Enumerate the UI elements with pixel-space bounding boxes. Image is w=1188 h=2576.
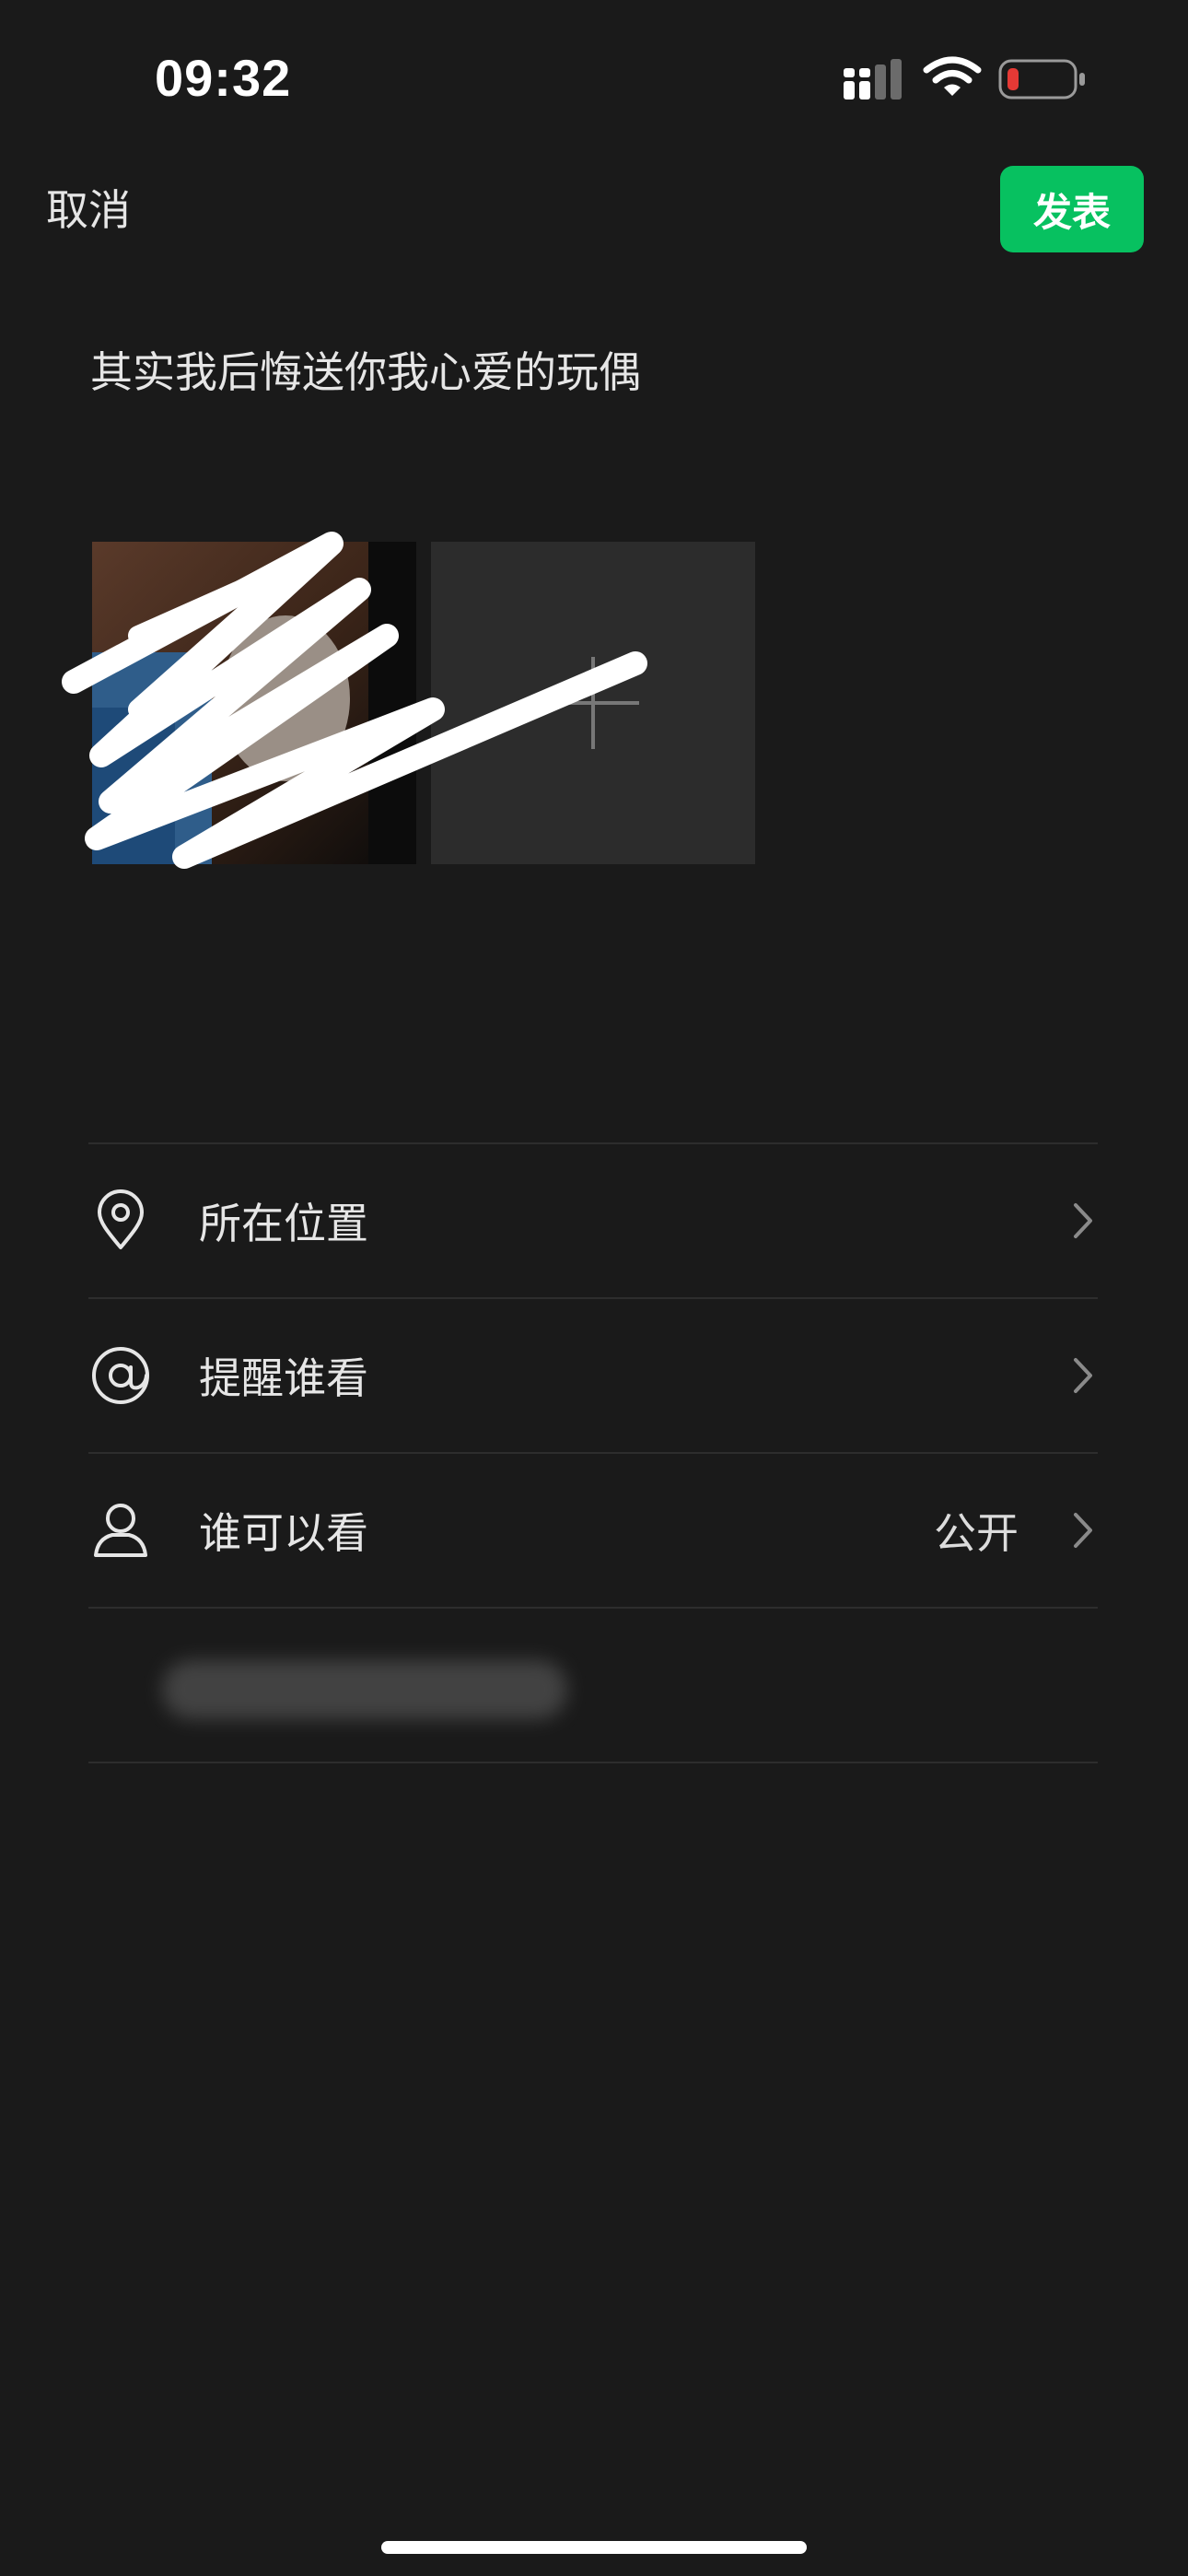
visibility-label: 谁可以看	[199, 1508, 368, 1558]
at-sign-icon	[92, 1347, 149, 1404]
post-text-input[interactable]: 其实我后悔送你我心爱的玩偶	[90, 343, 641, 402]
blurred-row[interactable]	[88, 1609, 1098, 1762]
person-icon	[94, 1504, 147, 1557]
status-time: 09:32	[155, 49, 292, 107]
wifi-icon	[923, 56, 982, 96]
visibility-value: 公开	[934, 1508, 1019, 1558]
mention-label: 提醒谁看	[199, 1353, 368, 1403]
battery-low-icon	[998, 59, 1085, 100]
home-indicator[interactable]	[381, 2541, 807, 2554]
cellular-signal-icon	[844, 59, 902, 100]
chevron-right-icon	[1074, 1358, 1092, 1393]
scribble-redaction	[62, 532, 647, 869]
mention-row[interactable]: 提醒谁看	[88, 1299, 1098, 1452]
status-bar: 09:32	[0, 0, 1188, 157]
location-row[interactable]: 所在位置	[88, 1144, 1098, 1297]
chevron-right-icon	[1074, 1203, 1092, 1238]
publish-button[interactable]: 发表	[1000, 166, 1144, 252]
chevron-right-icon	[1074, 1513, 1092, 1548]
location-label: 所在位置	[199, 1199, 368, 1248]
location-pin-icon	[98, 1189, 144, 1249]
divider	[88, 1762, 1098, 1763]
blurred-content	[162, 1660, 567, 1719]
cancel-button[interactable]: 取消	[46, 181, 131, 240]
visibility-row[interactable]: 谁可以看 公开	[88, 1454, 1098, 1607]
